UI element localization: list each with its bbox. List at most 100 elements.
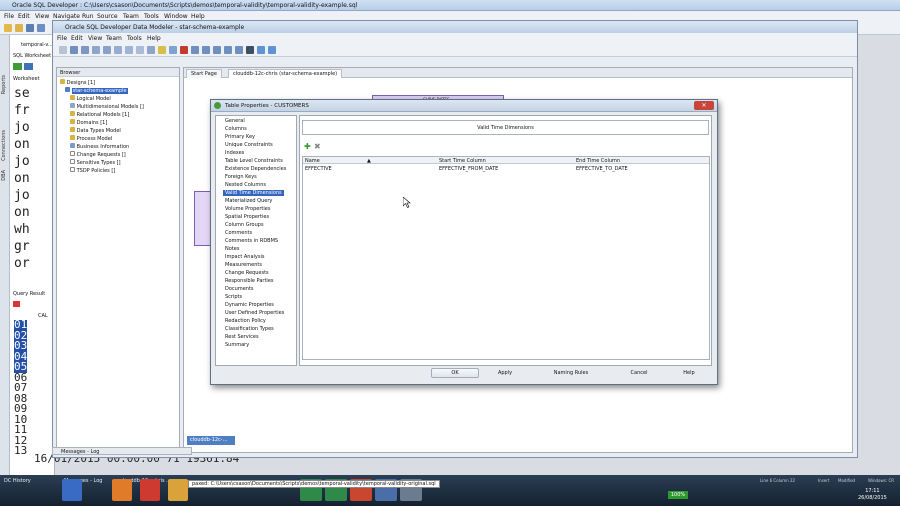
- nav-rest-services[interactable]: Rest Services: [225, 334, 259, 340]
- tree-item-sensitive[interactable]: Sensitive Types []: [70, 159, 121, 166]
- tree-item-domains[interactable]: Domains [1]: [70, 119, 107, 126]
- query-result-tab[interactable]: Query Result: [13, 291, 45, 297]
- nav-dynamic-properties[interactable]: Dynamic Properties: [225, 302, 274, 308]
- oracle-icon[interactable]: [140, 479, 160, 501]
- col-end-header[interactable]: End Time Column: [576, 158, 620, 164]
- select-icon[interactable]: [59, 46, 67, 54]
- dm-menu-view[interactable]: View: [88, 35, 102, 42]
- nav-columns[interactable]: Columns: [225, 126, 247, 132]
- tree-item-design[interactable]: star-schema-example: [65, 87, 128, 94]
- relation-icon[interactable]: [103, 46, 111, 54]
- tab-reports[interactable]: Reports: [1, 75, 7, 94]
- menu-tools[interactable]: Tools: [144, 13, 159, 20]
- tree-item-business[interactable]: Business Information: [70, 143, 129, 150]
- tree-item-designs[interactable]: Designs [1]: [60, 79, 95, 86]
- remove-icon[interactable]: ✖: [314, 143, 321, 151]
- nav-documents[interactable]: Documents: [225, 286, 254, 292]
- nav-classification-types[interactable]: Classification Types: [225, 326, 274, 332]
- delete-icon[interactable]: [180, 46, 188, 54]
- worksheet-tab[interactable]: temporal-v...: [21, 42, 53, 48]
- nav-comments[interactable]: Comments: [225, 230, 252, 236]
- print-icon[interactable]: [246, 46, 254, 54]
- explorer-icon[interactable]: [168, 479, 188, 501]
- menu-navigate[interactable]: Navigate: [53, 13, 80, 20]
- new-fk-icon[interactable]: [92, 46, 100, 54]
- tab-relational-diagram[interactable]: clouddb-12c-chris (star-schema-example): [228, 69, 343, 78]
- default-size-icon[interactable]: [235, 46, 243, 54]
- menu-run[interactable]: Run: [82, 13, 94, 20]
- dm-menu-file[interactable]: File: [57, 35, 67, 42]
- note-icon[interactable]: [136, 46, 144, 54]
- task-dc-history[interactable]: DC History: [4, 478, 31, 484]
- ok-button[interactable]: OK: [431, 368, 479, 378]
- bottom-diagram-tab[interactable]: clouddb-12c-...: [187, 436, 235, 445]
- nav-impact-analysis[interactable]: Impact Analysis: [225, 254, 264, 260]
- menu-file[interactable]: File: [4, 13, 14, 20]
- cell-start[interactable]: EFFECTIVE_FROM_DATE: [439, 166, 498, 172]
- menu-team[interactable]: Team: [123, 13, 139, 20]
- nav-primary-key[interactable]: Primary Key: [225, 134, 255, 140]
- nav-volume-properties[interactable]: Volume Properties: [225, 206, 270, 212]
- zoom-in-icon[interactable]: [202, 46, 210, 54]
- cancel-button[interactable]: Cancel: [615, 368, 663, 378]
- nav-redaction-policy[interactable]: Redaction Policy: [225, 318, 266, 324]
- taskbar-clock[interactable]: 17:11 26/08/2015: [858, 488, 887, 502]
- nav-nested-columns[interactable]: Nested Columns: [225, 182, 266, 188]
- nav-unique-constraints[interactable]: Unique Constraints: [225, 142, 273, 148]
- help-button[interactable]: Help: [665, 368, 713, 378]
- nav-responsible-parties[interactable]: Responsible Parties: [225, 278, 274, 284]
- save-all-icon[interactable]: [37, 24, 45, 32]
- tab-dba[interactable]: DBA: [1, 170, 7, 181]
- tree-item-process[interactable]: Process Model: [70, 135, 112, 142]
- tab-start-page[interactable]: Start Page: [186, 69, 222, 78]
- folder-icon[interactable]: [158, 46, 166, 54]
- tree-item-change-requests[interactable]: Change Requests []: [70, 151, 126, 158]
- run-icon[interactable]: [13, 63, 22, 70]
- dm-menu-edit[interactable]: Edit: [71, 35, 83, 42]
- nav-measurements[interactable]: Measurements: [225, 262, 262, 268]
- merge-icon[interactable]: [125, 46, 133, 54]
- tree-item-tsdp[interactable]: TSDP Policies []: [70, 167, 115, 174]
- dm-menu-team[interactable]: Team: [106, 35, 122, 42]
- col-start-header[interactable]: Start Time Column: [439, 158, 486, 164]
- add-icon[interactable]: ✚: [304, 143, 311, 151]
- apply-button[interactable]: Apply: [481, 368, 529, 378]
- new-table-icon[interactable]: [70, 46, 78, 54]
- nav-spatial-properties[interactable]: Spatial Properties: [225, 214, 269, 220]
- messages-log-bar[interactable]: Messages - Log: [52, 447, 192, 455]
- menu-window[interactable]: Window: [164, 13, 188, 20]
- nav-change-requests[interactable]: Change Requests: [225, 270, 269, 276]
- tree-item-datatypes[interactable]: Data Types Model: [70, 127, 121, 134]
- zoom-out-icon[interactable]: [213, 46, 221, 54]
- menu-edit[interactable]: Edit: [18, 13, 30, 20]
- worksheet-code[interactable]: se fr jo on jo on jo on wh gr or: [14, 85, 30, 272]
- table-row[interactable]: EFFECTIVE EFFECTIVE_FROM_DATE EFFECTIVE_…: [303, 165, 709, 173]
- nav-table-level-constraints[interactable]: Table Level Constraints: [225, 158, 283, 164]
- cell-name[interactable]: EFFECTIVE: [305, 166, 332, 172]
- nav-user-defined-properties[interactable]: User Defined Properties: [225, 310, 284, 316]
- worksheet-subtab[interactable]: Worksheet: [13, 76, 40, 82]
- forward-icon[interactable]: [268, 46, 276, 54]
- tree-item-logical[interactable]: Logical Model: [70, 95, 111, 102]
- close-icon[interactable]: ✕: [694, 101, 714, 110]
- pin-icon[interactable]: [13, 301, 20, 307]
- run-script-icon[interactable]: [24, 63, 33, 70]
- save-icon[interactable]: [26, 24, 34, 32]
- firefox-icon[interactable]: [112, 479, 132, 501]
- nav-indexes[interactable]: Indexes: [225, 150, 244, 156]
- fit-screen-icon[interactable]: [224, 46, 232, 54]
- menu-help[interactable]: Help: [191, 13, 205, 20]
- nav-foreign-keys[interactable]: Foreign Keys: [225, 174, 257, 180]
- nav-general[interactable]: General: [225, 118, 245, 124]
- tree-item-multidim[interactable]: Multidimensional Models []: [70, 103, 144, 110]
- menu-view[interactable]: View: [35, 13, 49, 20]
- col-name-header[interactable]: Name: [305, 158, 320, 164]
- split-icon[interactable]: [114, 46, 122, 54]
- nav-column-groups[interactable]: Column Groups: [225, 222, 264, 228]
- copy-icon[interactable]: [169, 46, 177, 54]
- dm-menu-help[interactable]: Help: [147, 35, 161, 42]
- menu-source[interactable]: Source: [97, 13, 118, 20]
- nav-comments-rdbms[interactable]: Comments in RDBMS: [225, 238, 278, 244]
- engineer-icon[interactable]: [191, 46, 199, 54]
- picture-icon[interactable]: [147, 46, 155, 54]
